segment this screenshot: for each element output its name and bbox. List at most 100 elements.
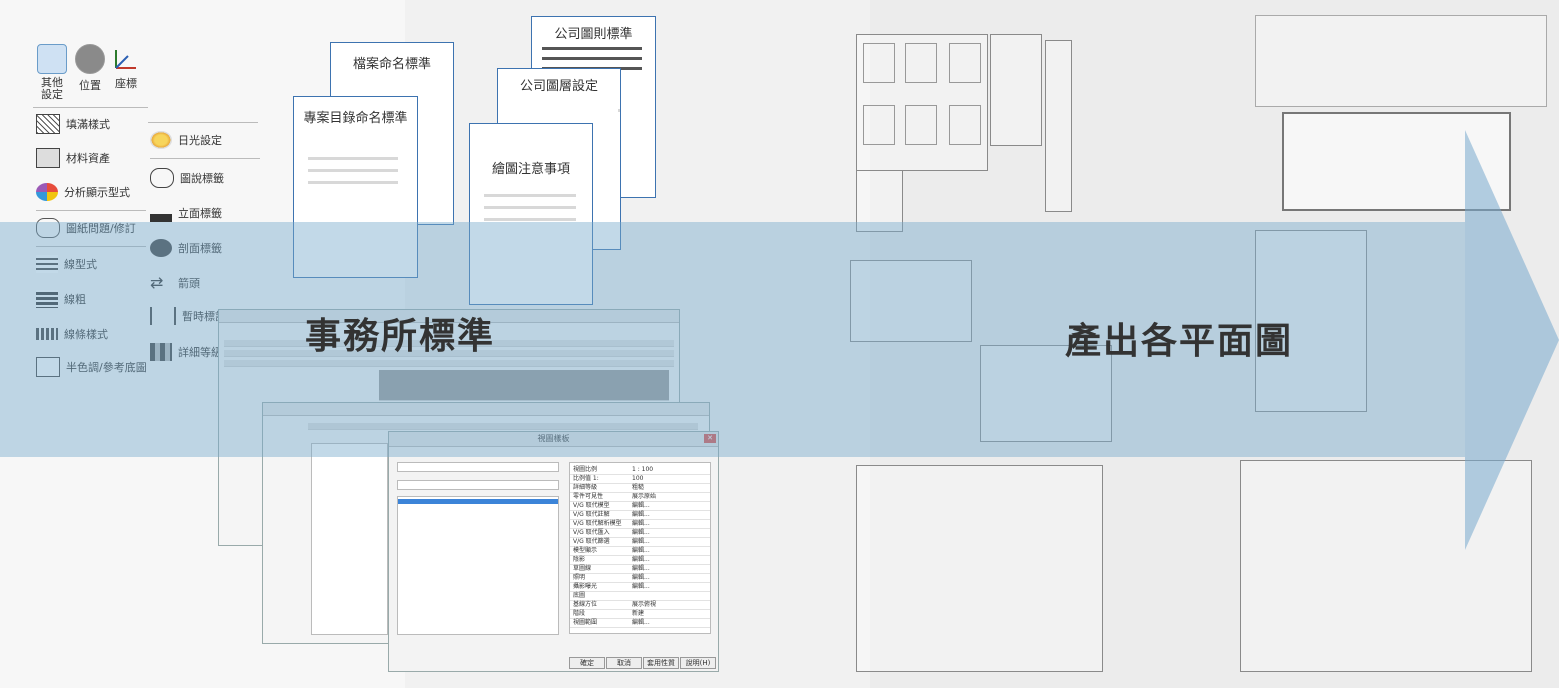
fill-patterns-label: 填滿樣式 xyxy=(66,118,110,131)
ok-button[interactable]: 確定 xyxy=(569,657,605,669)
property-name: 比例值 1: xyxy=(573,475,599,482)
tree-list[interactable] xyxy=(311,443,388,635)
page-title: 公司圖層設定 xyxy=(519,79,598,94)
property-name: 模型顯示 xyxy=(573,547,598,554)
plan-cell xyxy=(905,105,937,145)
location-label: 位置 xyxy=(79,79,101,92)
property-value: 編輯... xyxy=(632,520,650,527)
property-name: 詳細等級 xyxy=(573,484,598,491)
other-settings-label: 其他 設定 xyxy=(41,76,63,101)
coordinates-label: 座標 xyxy=(115,77,137,90)
property-value: 100 xyxy=(632,475,644,482)
property-name: 陰影 xyxy=(573,556,586,563)
property-value: 展示俯視 xyxy=(632,601,657,608)
menu-divider xyxy=(36,210,146,211)
ribbon-top-row: 其他 設定 位置 座標 xyxy=(33,40,143,106)
stair-plans-sheet xyxy=(856,465,1103,672)
property-name: V/G 取代匯入 xyxy=(573,529,610,536)
property-name: 草圖線 xyxy=(573,565,592,572)
callout-tags-item[interactable]: 圖說標籤 xyxy=(150,166,224,190)
property-name: V/G 取代模型 xyxy=(573,502,610,509)
property-name: 基線方位 xyxy=(573,601,598,608)
property-value: 粗糙 xyxy=(632,484,645,491)
property-value: 1 : 100 xyxy=(632,466,654,473)
property-name: 視圖比例 xyxy=(573,466,598,473)
globe-location-icon xyxy=(75,44,105,74)
sun-settings-label: 日光設定 xyxy=(178,134,222,147)
unit-plans-sheet xyxy=(856,34,988,171)
property-value: 編輯... xyxy=(632,502,650,509)
property-name: V/G 取代註解 xyxy=(573,511,610,518)
text-line xyxy=(484,194,576,197)
grid-lines-sheet xyxy=(1255,15,1547,107)
property-value: 編輯... xyxy=(632,529,650,536)
page-title: 專案目錄命名標準 xyxy=(303,111,408,126)
property-name: V/G 取代解析模型 xyxy=(573,520,622,527)
text-line xyxy=(484,218,576,221)
property-value: 編輯... xyxy=(632,547,650,554)
plan-cell xyxy=(949,105,981,145)
apply-button[interactable]: 套用性質 xyxy=(643,657,679,669)
text-line xyxy=(308,169,398,172)
property-value: 編輯... xyxy=(632,556,650,563)
elevator-section-sheet xyxy=(1045,40,1072,212)
menu-divider xyxy=(150,158,260,159)
fill-pattern-icon xyxy=(36,114,60,134)
fill-patterns-item[interactable]: 填滿樣式 xyxy=(36,112,110,136)
property-value: 編輯... xyxy=(632,574,650,581)
discipline-filter-select[interactable] xyxy=(397,462,559,472)
selected-template-row[interactable] xyxy=(398,499,558,504)
plan-cell xyxy=(949,43,981,83)
property-name: 底圖 xyxy=(573,592,586,599)
text-line xyxy=(618,109,620,112)
template-name-list[interactable] xyxy=(397,496,559,635)
analysis-display-item[interactable]: 分析顯示型式 xyxy=(36,180,130,204)
coordinates-icon xyxy=(112,44,140,72)
property-name: 攝影曝光 xyxy=(573,583,598,590)
location-button[interactable]: 位置 xyxy=(73,44,107,93)
arrow-right-icon xyxy=(1465,130,1559,550)
material-assets-item[interactable]: 材料資產 xyxy=(36,146,110,170)
elevation-tags-label: 立面標籤 xyxy=(178,207,222,220)
property-value: 編輯... xyxy=(632,565,650,572)
callout-tag-icon xyxy=(150,168,174,188)
text-line xyxy=(484,206,576,209)
property-name: 零件可見性 xyxy=(573,493,604,500)
material-icon xyxy=(36,148,60,168)
coordinates-button[interactable]: 座標 xyxy=(109,44,143,91)
text-line xyxy=(542,57,642,60)
office-standards-title: 事務所標準 xyxy=(305,316,496,357)
property-name: 視圖範圍 xyxy=(573,619,598,626)
view-template-dialog: 視圖樣板 ✕ 視圖比例 1 : 100 比例值 1: 100 詳細等級 粗糙 零件可見性 展示… xyxy=(388,431,719,672)
plan-cell xyxy=(863,43,895,83)
sun-settings-item[interactable]: 日光設定 xyxy=(150,128,222,152)
property-row[interactable]: 視圖範圍 編輯... xyxy=(570,618,710,628)
view-properties-table: 視圖比例 1 : 100 比例值 1: 100 詳細等級 粗糙零件可見性 展示原始 V/G 取… xyxy=(569,462,711,634)
analysis-display-label: 分析顯示型式 xyxy=(64,186,130,199)
callout-tags-label: 圖說標籤 xyxy=(180,172,224,185)
text-line xyxy=(308,181,398,184)
menu-divider xyxy=(148,122,258,123)
property-value: 新建 xyxy=(632,610,645,617)
view-type-filter-select[interactable] xyxy=(397,480,559,490)
property-value: 編輯... xyxy=(632,619,650,626)
property-name: 階段 xyxy=(573,610,586,617)
page-title: 公司圖則標準 xyxy=(554,27,633,42)
cancel-button[interactable]: 取消 xyxy=(606,657,642,669)
settings-icon xyxy=(37,44,67,74)
plan-cell xyxy=(863,105,895,145)
output-plans-title: 產出各平面圖 xyxy=(1065,321,1294,362)
property-name: 照明 xyxy=(573,574,586,581)
property-name: V/G 取代篩選 xyxy=(573,538,610,545)
text-line xyxy=(542,47,642,50)
other-settings-button[interactable]: 其他 設定 xyxy=(35,44,69,101)
plan-cell xyxy=(905,43,937,83)
property-value: 編輯... xyxy=(632,583,650,590)
sun-settings-icon xyxy=(150,131,172,149)
property-value: 編輯... xyxy=(632,538,650,545)
help-button[interactable]: 說明(H) xyxy=(680,657,716,669)
page-title: 繪圖注意事項 xyxy=(491,162,570,177)
page-title: 檔案命名標準 xyxy=(352,57,431,72)
property-value: 展示原始 xyxy=(632,493,657,500)
analysis-display-icon xyxy=(36,183,58,201)
